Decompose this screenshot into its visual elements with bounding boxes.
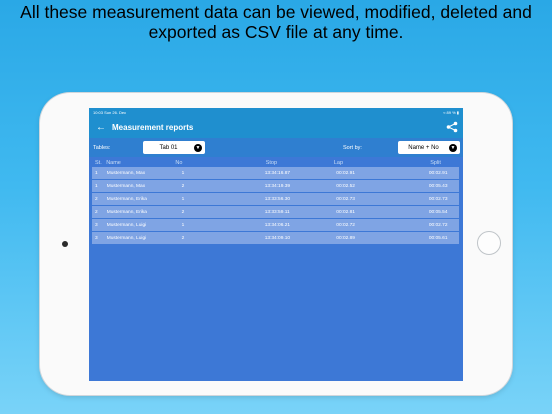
cell-name: Mustermann, Erika <box>106 196 147 202</box>
cell-split: 00:05.54 <box>428 209 448 215</box>
cell-stop: 13:33:56.30 <box>264 196 291 202</box>
battery-label: 89 % <box>446 109 456 115</box>
cell-stop: 13:33:59.11 <box>264 209 290 215</box>
table-row[interactable]: 3 Mustermann, Luigi 2 13:34:09.10 00:02.… <box>92 232 459 244</box>
table-row[interactable]: 3 Mustermann, Luigi 1 13:34:06.21 00:02.… <box>92 219 459 231</box>
share-icon[interactable] <box>446 121 458 133</box>
cell-st: 2 <box>95 209 98 215</box>
tables-select[interactable]: Tab 01 ▼ <box>143 141 205 154</box>
cell-st: 3 <box>95 222 98 228</box>
cell-st: 2 <box>95 196 98 202</box>
results-table: St. Name No Stop Lap Split 1 Mustermann,… <box>92 159 459 245</box>
app-screen: 10:03 Sun 26. Dec ≈ 89 % ▮ ← Measurement… <box>89 108 463 381</box>
cell-stop: 13:34:06.21 <box>264 222 291 228</box>
cell-lap: 00:02.52 <box>336 183 355 189</box>
cell-stop: 13:34:16.87 <box>264 170 291 176</box>
cell-lap: 00:02.89 <box>336 235 355 241</box>
cell-name: Mustermann, Max <box>106 183 146 189</box>
camera-icon <box>62 241 68 247</box>
cell-name: Mustermann, Luigi <box>106 222 147 228</box>
col-header-no[interactable]: No <box>158 160 200 166</box>
cell-no: 1 <box>181 222 185 228</box>
home-button[interactable] <box>477 231 501 255</box>
caption-line-2: exported as CSV file at any time. <box>148 22 404 42</box>
page-title: Measurement reports <box>112 122 194 132</box>
cell-stop: 13:34:09.10 <box>264 235 291 241</box>
wifi-icon: ≈ <box>443 109 446 115</box>
arrow-left-icon[interactable]: ← <box>92 122 110 133</box>
cell-lap: 00:02.91 <box>336 170 355 176</box>
tables-select-value: Tab 01 <box>159 144 178 151</box>
sort-select-value: Name + No <box>408 144 439 151</box>
col-header-stop[interactable]: Stop <box>200 160 317 166</box>
cell-name: Mustermann, Max <box>106 170 146 176</box>
cell-split: 00:02.72 <box>428 222 448 228</box>
cell-st: 1 <box>95 170 98 176</box>
caption: All these measurement data can be viewed… <box>0 2 552 42</box>
chevron-down-icon: ▼ <box>194 143 202 152</box>
cell-st: 1 <box>95 183 98 189</box>
sort-label: Sort by: <box>343 145 362 151</box>
table-row[interactable]: 1 Mustermann, Max 1 13:34:16.87 00:02.91… <box>92 167 459 179</box>
chevron-down-icon: ▼ <box>449 143 457 152</box>
status-right: ≈ 89 % ▮ <box>443 110 459 115</box>
table-row[interactable]: 1 Mustermann, Max 2 13:34:19.39 00:02.52… <box>92 180 459 192</box>
status-bar: 10:03 Sun 26. Dec ≈ 89 % ▮ <box>89 108 463 116</box>
tables-label: Tables: <box>93 145 111 151</box>
status-time: 10:03 Sun 26. Dec <box>93 109 127 115</box>
cell-st: 3 <box>95 235 98 241</box>
col-header-st[interactable]: St. <box>92 160 106 166</box>
cell-name: Mustermann, Luigi <box>106 235 147 241</box>
table-row[interactable]: 2 Mustermann, Erika 1 13:33:56.30 00:02.… <box>92 193 459 205</box>
cell-no: 1 <box>181 196 185 202</box>
cell-split: 00:05.43 <box>428 183 448 189</box>
caption-line-1: All these measurement data can be viewed… <box>20 2 532 22</box>
nav-bar: ← Measurement reports <box>89 116 463 138</box>
table-header: St. Name No Stop Lap Split <box>92 159 459 167</box>
table-row[interactable]: 2 Mustermann, Erika 2 13:33:59.11 00:02.… <box>92 206 459 218</box>
cell-lap: 00:02.81 <box>336 209 355 215</box>
cell-name: Mustermann, Erika <box>106 209 147 215</box>
toolbar: Tables: Tab 01 ▼ Sort by: Name + No ▼ <box>89 138 463 157</box>
col-header-split[interactable]: Split <box>380 160 459 166</box>
cell-no: 2 <box>181 183 185 189</box>
cell-lap: 00:02.73 <box>336 196 355 202</box>
col-header-name[interactable]: Name <box>106 160 158 166</box>
cell-split: 00:02.91 <box>428 170 448 176</box>
cell-split: 00:05.61 <box>428 235 448 241</box>
cell-split: 00:02.73 <box>428 196 448 202</box>
cell-stop: 13:34:19.39 <box>264 183 291 189</box>
cell-no: 1 <box>181 170 185 176</box>
cell-lap: 00:02.72 <box>336 222 355 228</box>
cell-no: 2 <box>181 209 185 215</box>
sort-select[interactable]: Name + No ▼ <box>398 141 460 154</box>
cell-no: 2 <box>181 235 185 241</box>
battery-icon: ▮ <box>456 109 459 115</box>
col-header-lap[interactable]: Lap <box>317 160 380 166</box>
